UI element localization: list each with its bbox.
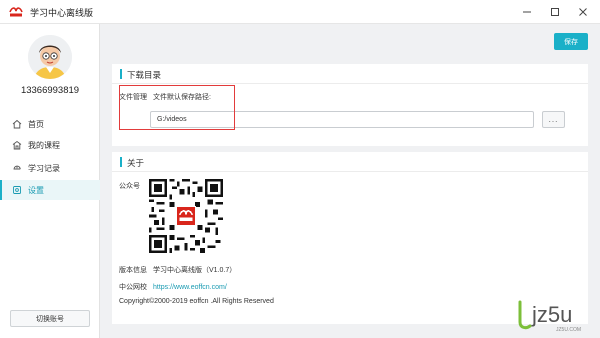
sidebar-item-label: 首页 (28, 119, 44, 129)
title-bar: 学习中心离线版 (0, 0, 600, 24)
wechat-label: 公众号 (119, 183, 140, 190)
course-icon (12, 140, 22, 150)
home-icon (12, 119, 22, 129)
sidebar-item-label: 学习记录 (28, 163, 60, 173)
close-icon (579, 8, 587, 16)
watermark-brand: jz5u (531, 302, 572, 327)
sidebar-item-courses[interactable]: 我的课程 (0, 135, 100, 155)
minimize-button[interactable] (516, 3, 538, 21)
switch-account-button[interactable]: 切换账号 (10, 310, 90, 327)
avatar-illustration (28, 35, 72, 79)
section-title: 关于 (127, 158, 145, 168)
user-phone: 13366993819 (20, 85, 80, 96)
close-button[interactable] (572, 3, 594, 21)
minimize-icon (523, 11, 531, 13)
version-row: 版本信息 学习中心离线版（V1.0.7） (119, 265, 236, 275)
watermark-sub: JZ5U.COM (556, 327, 581, 333)
version-label: 版本信息 (119, 267, 147, 274)
app-title: 学习中心离线版 (30, 8, 94, 18)
highlight-box (119, 85, 235, 130)
copyright-text: Copyright©2000-2019 eoffcn .All Rights R… (119, 298, 274, 305)
sidebar-item-settings[interactable]: 设置 (0, 180, 100, 200)
site-label: 中公网校 (119, 284, 147, 291)
site-link[interactable]: https://www.eoffcn.com/ (153, 284, 227, 291)
app-logo (8, 6, 24, 18)
download-directory-card: 下载目录 文件管理 文件默认保存路径: G:/videos ... (112, 64, 588, 146)
card-header: 关于 (112, 152, 588, 172)
history-icon (12, 163, 22, 173)
sidebar: 13366993819 首页 我的课程 学习记录 设置 切换账号 (0, 24, 100, 338)
sidebar-item-label: 我的课程 (28, 140, 60, 150)
watermark-logo: jz5u JZ5U.COM (518, 300, 581, 333)
section-accent-bar (120, 157, 122, 167)
browse-button[interactable]: ... (542, 111, 565, 128)
sidebar-item-label: 设置 (28, 185, 44, 195)
save-button[interactable]: 保存 (554, 33, 588, 50)
sidebar-item-history[interactable]: 学习记录 (0, 158, 100, 178)
card-header: 下载目录 (112, 64, 588, 84)
qr-code (149, 179, 223, 253)
site-row: 中公网校 https://www.eoffcn.com/ (119, 282, 227, 292)
settings-icon (12, 185, 22, 195)
maximize-icon (551, 8, 559, 16)
section-title: 下载目录 (127, 70, 162, 80)
version-value: 学习中心离线版（V1.0.7） (153, 267, 237, 274)
avatar[interactable] (28, 35, 72, 79)
section-accent-bar (120, 69, 122, 79)
sidebar-item-home[interactable]: 首页 (0, 114, 100, 134)
maximize-button[interactable] (544, 3, 566, 21)
